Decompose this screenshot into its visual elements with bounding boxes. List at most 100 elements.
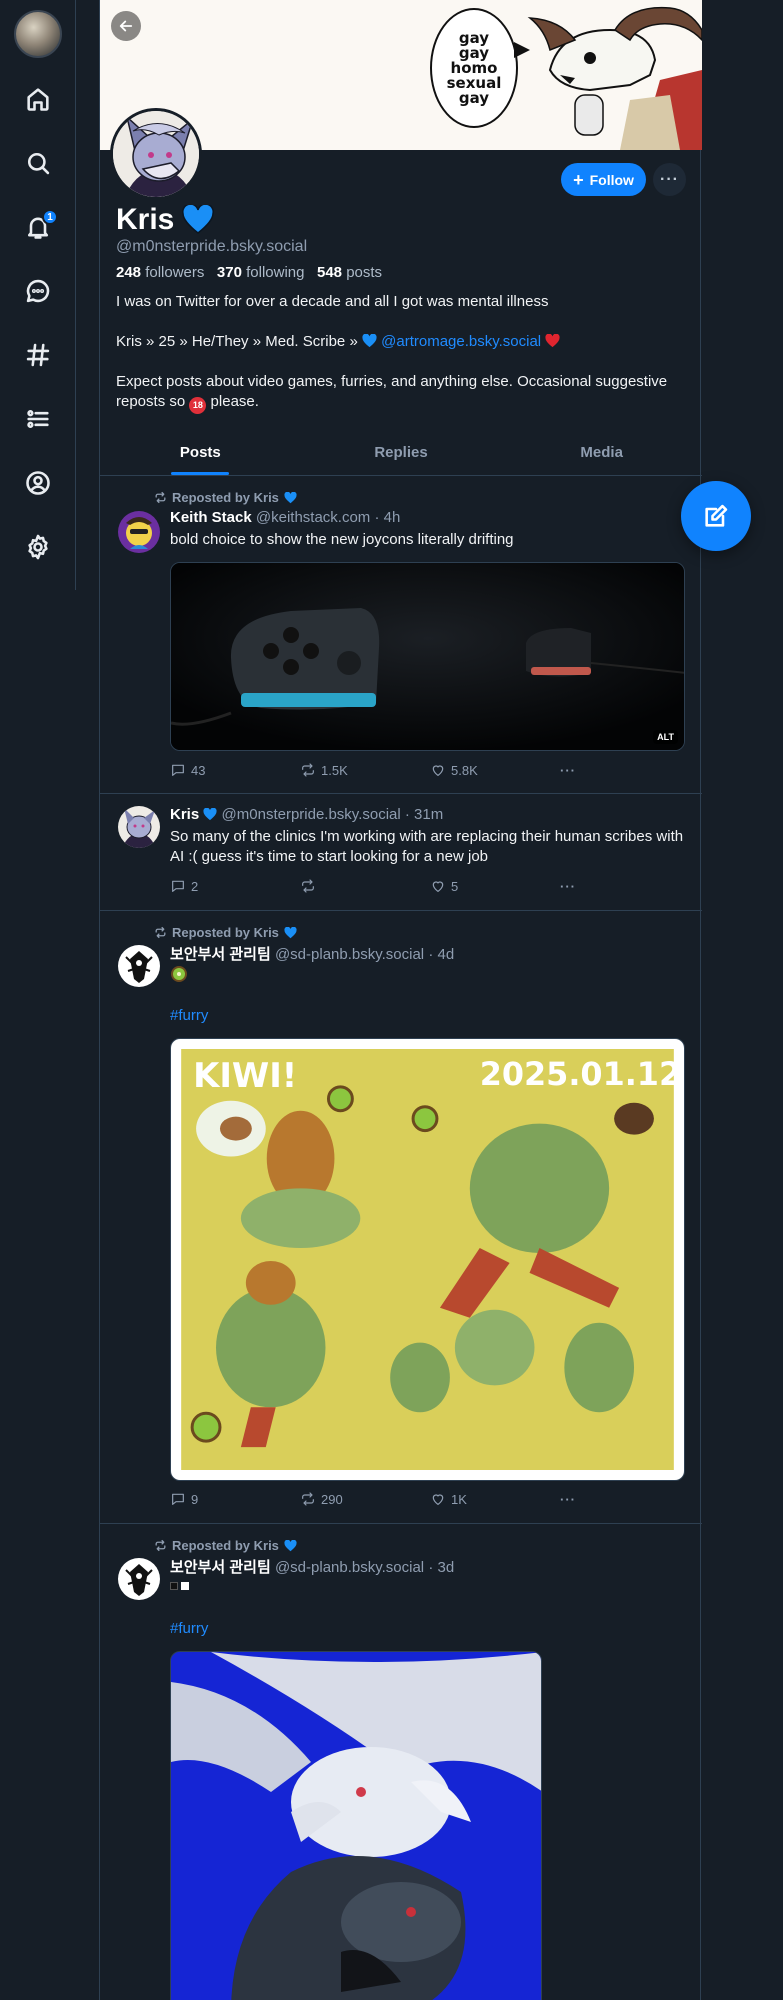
compose-button[interactable] (681, 481, 751, 551)
post-meta: Kris @m0nsterpride.bsky.social · 31m (170, 806, 443, 823)
feed-post[interactable]: Reposted by Kris Keith Stack @keithstack… (100, 477, 702, 794)
post-time[interactable]: · 3d (428, 1559, 454, 1576)
bio-text: Kris » 25 » He/They » Med. Scribe » (116, 333, 358, 350)
reply-icon (172, 880, 184, 892)
author-name[interactable]: Kris (170, 806, 199, 823)
feed-post[interactable]: Reposted by Kris 보안부서 관리팀 @sd-planb.bsky… (100, 911, 702, 1524)
feed-post[interactable]: Reposted by Kris 보안부서 관리팀 @sd-planb.bsky… (100, 1524, 702, 2000)
tab-posts[interactable]: Posts (100, 434, 301, 475)
like-button[interactable]: 5.8K (430, 762, 560, 778)
author-handle[interactable]: @sd-planb.bsky.social (275, 1559, 424, 1576)
author-avatar[interactable] (118, 806, 160, 848)
repost-button[interactable]: 1.5K (300, 762, 430, 778)
black-square-icon (170, 1582, 178, 1590)
post-meta: 보안부서 관리팀 @sd-planb.bsky.social · 4d (170, 943, 454, 964)
tab-replies[interactable]: Replies (301, 434, 502, 475)
joycon-photo (171, 563, 684, 750)
repost-indicator: Reposted by Kris (154, 1538, 297, 1553)
followers-count: 248 (116, 264, 142, 281)
author-avatar[interactable] (118, 1558, 160, 1600)
hashtag-link[interactable]: #furry (170, 1007, 208, 1024)
author-avatar[interactable] (118, 945, 160, 987)
blue-heart-icon (284, 1539, 297, 1551)
repost-label: Reposted by Kris (172, 490, 279, 505)
avatar-art (113, 111, 199, 197)
feeds-button[interactable] (16, 333, 60, 377)
profile-stats: 248 followers 370 following 548 posts (116, 264, 382, 281)
post-actions: 2 5 ··· (170, 878, 590, 894)
white-square-icon (181, 1582, 189, 1590)
reply-count: 43 (191, 762, 206, 778)
post-image[interactable]: ALT (170, 562, 685, 751)
like-button[interactable]: 1K (430, 1491, 560, 1507)
repost-icon (302, 763, 314, 777)
reply-icon (172, 1493, 184, 1505)
reply-button[interactable]: 9 (170, 1491, 300, 1507)
notifications-button[interactable]: 1 (16, 205, 60, 249)
post-text: bold choice to show the new joycons lite… (170, 531, 514, 548)
repost-icon (302, 879, 314, 893)
post-time[interactable]: · 4h (374, 509, 400, 526)
follow-button[interactable]: + Follow (561, 163, 646, 196)
repost-button[interactable]: 290 (300, 1491, 430, 1507)
ellipsis-icon: ··· (560, 762, 576, 778)
author-handle[interactable]: @sd-planb.bsky.social (275, 946, 424, 963)
lists-button[interactable] (16, 397, 60, 441)
post-image[interactable] (170, 1651, 542, 2000)
author-handle[interactable]: @m0nsterpride.bsky.social (222, 806, 401, 823)
hashtag-link[interactable]: #furry (170, 1620, 208, 1637)
mention-link[interactable]: @artromage.bsky.social (381, 333, 541, 350)
author-avatar-art (118, 806, 160, 848)
feed-post[interactable]: Kris @m0nsterpride.bsky.social · 31m So … (100, 794, 702, 911)
search-button[interactable] (16, 141, 60, 185)
more-options-button[interactable]: ··· (653, 163, 686, 196)
reply-button[interactable]: 2 (170, 878, 300, 894)
18-plus-icon: 18 (189, 397, 207, 414)
post-time[interactable]: · 31m (405, 806, 443, 823)
home-button[interactable] (16, 77, 60, 121)
post-more-button[interactable]: ··· (560, 878, 576, 894)
post-more-button[interactable]: ··· (560, 1491, 576, 1507)
author-avatar[interactable] (118, 511, 160, 553)
alt-badge[interactable]: ALT (653, 730, 678, 744)
search-icon (27, 152, 50, 175)
following-count: 370 (216, 264, 242, 281)
back-button[interactable] (111, 11, 141, 41)
chat-button[interactable] (16, 269, 60, 313)
following-link[interactable]: 370 following (217, 264, 305, 281)
post-text: So many of the clinics I'm working with … (170, 828, 684, 865)
repost-label: Reposted by Kris (172, 925, 279, 940)
blue-heart-icon (203, 808, 217, 821)
display-name: Kris (116, 203, 175, 236)
compose-icon (705, 504, 728, 527)
repost-button[interactable] (300, 878, 430, 894)
my-avatar[interactable] (14, 10, 62, 58)
notification-badge: 1 (42, 209, 58, 225)
profile-avatar[interactable] (110, 108, 202, 200)
user-circle-icon (26, 471, 50, 495)
author-name[interactable]: 보안부서 관리팀 (170, 1559, 271, 1576)
like-button[interactable]: 5 (430, 878, 560, 894)
author-handle[interactable]: @keithstack.com (256, 509, 370, 526)
repost-icon (155, 491, 166, 504)
blue-heart-icon (284, 491, 297, 503)
repost-indicator: Reposted by Kris (154, 490, 297, 505)
followers-link[interactable]: 248 followers (116, 264, 204, 281)
author-name[interactable]: Keith Stack (170, 509, 252, 526)
post-time[interactable]: · 4d (428, 946, 454, 963)
post-more-button[interactable]: ··· (560, 762, 576, 778)
reply-icon (172, 764, 184, 776)
reply-button[interactable]: 43 (170, 762, 300, 778)
profile-button[interactable] (16, 461, 60, 505)
left-nav-rail: 1 (0, 0, 76, 590)
tab-media[interactable]: Media (501, 434, 702, 475)
reply-count: 2 (191, 878, 199, 894)
author-name[interactable]: 보안부서 관리팀 (170, 946, 271, 963)
profile-column: gay gay homo sexual gay + Follow ··· Kri… (99, 0, 702, 2000)
repost-icon (155, 926, 166, 939)
bird-artwork (171, 1652, 541, 2000)
post-image[interactable]: KIWI! 2025.01.12 (170, 1038, 685, 1481)
bio-line: I was on Twitter for over a decade and a… (116, 293, 549, 310)
settings-button[interactable] (16, 525, 60, 569)
heart-icon (432, 1494, 444, 1505)
